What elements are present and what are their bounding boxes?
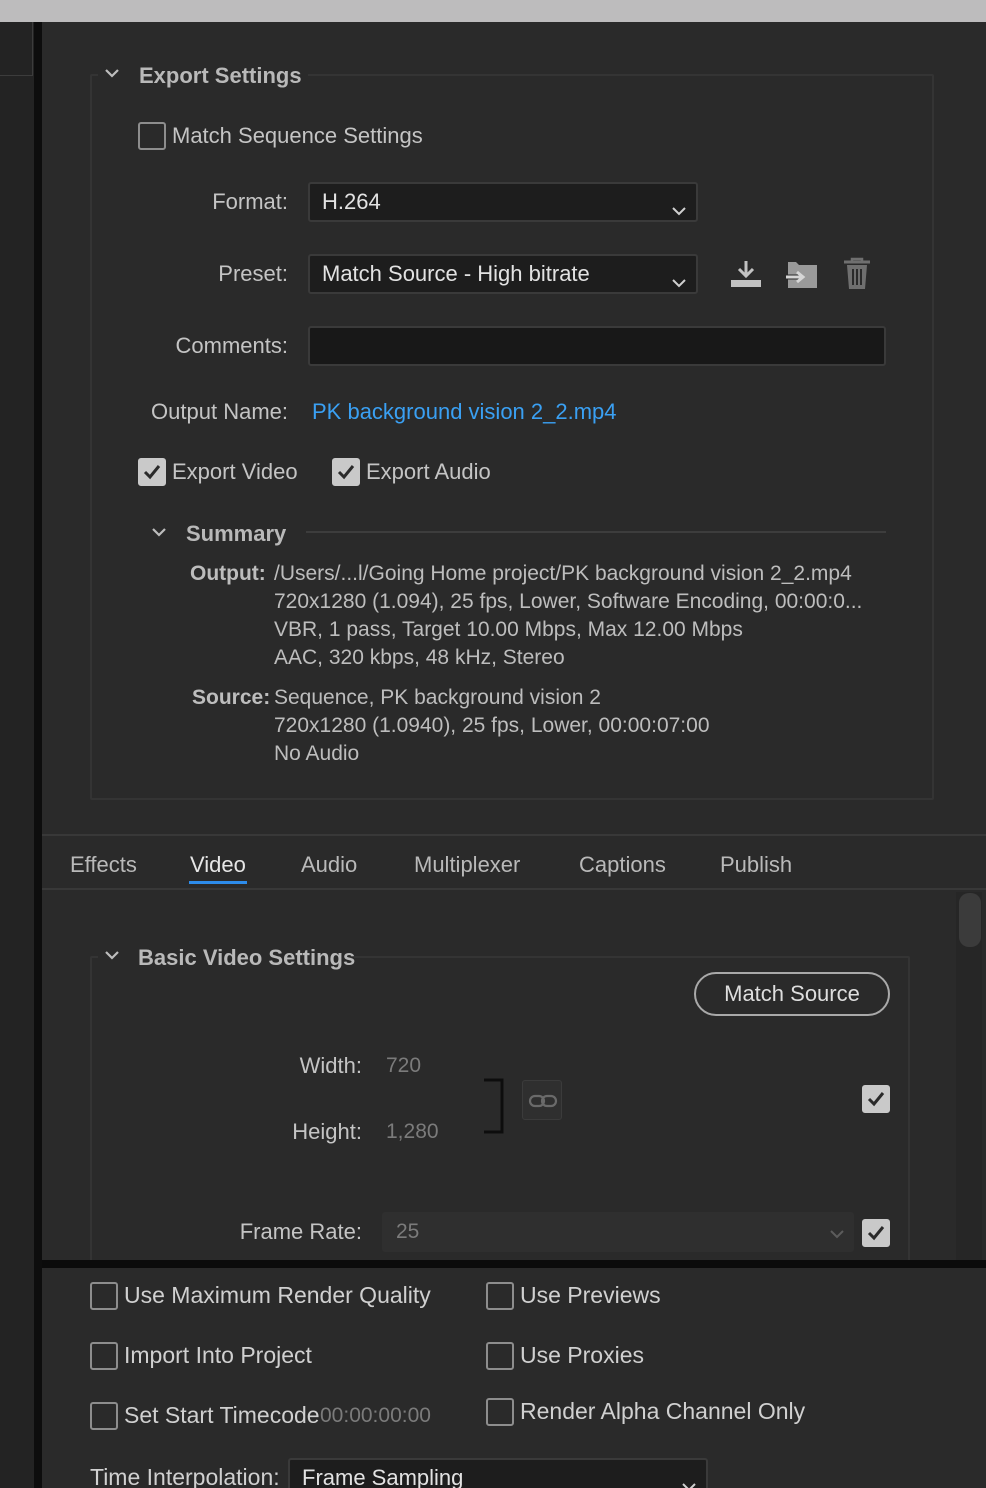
left-panel-border-h [0, 75, 33, 76]
output-name-label: Output Name: [151, 399, 288, 424]
export-settings-header[interactable]: Export Settings [98, 58, 308, 94]
comments-field[interactable] [308, 326, 886, 366]
tab-multiplexer[interactable]: Multiplexer [414, 852, 520, 878]
chevron-down-icon [830, 1226, 844, 1244]
window-top-bar [0, 0, 986, 22]
time-interpolation-dropdown[interactable]: Frame Sampling [288, 1458, 708, 1488]
panel-divider[interactable] [34, 22, 42, 1488]
summary-source-line: 720x1280 (1.0940), 25 fps, Lower, 00:00:… [274, 714, 710, 737]
height-value[interactable]: 1,280 [386, 1120, 439, 1144]
tab-effects[interactable]: Effects [70, 852, 137, 878]
match-source-label: Match Source [724, 981, 860, 1006]
basic-video-settings-title: Basic Video Settings [138, 945, 356, 970]
settings-tabs: Effects Video Audio Multiplexer Captions… [42, 834, 986, 890]
use-previews-label: Use Previews [520, 1282, 661, 1308]
summary-source-line: No Audio [274, 742, 360, 765]
chevron-down-icon [672, 196, 686, 222]
bottom-divider [42, 1260, 986, 1268]
match-source-button[interactable]: Match Source [694, 972, 890, 1016]
left-panel-border [32, 22, 33, 76]
max-render-quality-label: Use Maximum Render Quality [124, 1282, 431, 1308]
preset-value: Match Source - High bitrate [322, 261, 590, 286]
summary-output-line: /Users/...l/Going Home project/PK backgr… [274, 562, 852, 585]
height-label: Height: [292, 1119, 362, 1144]
tab-audio[interactable]: Audio [301, 852, 357, 878]
summary-source-lines: Sequence, PK background vision 2 720x128… [274, 684, 710, 768]
start-timecode-value[interactable]: 00:00:00:00 [320, 1404, 431, 1428]
summary-title: Summary [186, 521, 287, 546]
chevron-down-icon[interactable] [151, 526, 166, 540]
max-render-quality-checkbox[interactable] [90, 1282, 118, 1310]
frame-rate-label: Frame Rate: [239, 1219, 362, 1244]
use-proxies-checkbox[interactable] [486, 1342, 514, 1370]
frame-rate-value: 25 [396, 1220, 420, 1243]
use-proxies-label: Use Proxies [520, 1342, 644, 1368]
export-audio-label: Export Audio [366, 459, 491, 484]
summary-output-line: VBR, 1 pass, Target 10.00 Mbps, Max 12.0… [274, 618, 743, 641]
time-interpolation-label: Time Interpolation: [90, 1464, 280, 1488]
match-sequence-label: Match Sequence Settings [172, 123, 423, 148]
render-alpha-only-checkbox[interactable] [486, 1398, 514, 1426]
set-start-timecode-label: Set Start Timecode [124, 1402, 320, 1428]
import-icon[interactable] [784, 258, 820, 297]
time-interpolation-value: Frame Sampling [302, 1465, 464, 1488]
summary-output-key: Output: [190, 562, 266, 585]
width-value[interactable]: 720 [386, 1054, 421, 1078]
render-alpha-only-label: Render Alpha Channel Only [520, 1398, 806, 1424]
summary-output-line: AAC, 320 kbps, 48 kHz, Stereo [274, 646, 565, 669]
summary-source-line: Sequence, PK background vision 2 [274, 686, 601, 709]
link-icon[interactable] [522, 1080, 562, 1120]
chevron-down-icon [682, 1472, 696, 1488]
export-audio-checkbox[interactable] [332, 458, 360, 486]
import-into-project-checkbox[interactable] [90, 1342, 118, 1370]
set-start-timecode-checkbox[interactable] [90, 1402, 118, 1430]
tab-captions[interactable]: Captions [579, 852, 666, 878]
tab-active-indicator [189, 881, 247, 884]
scrollbar-thumb[interactable] [959, 893, 981, 947]
import-into-project-label: Import Into Project [124, 1342, 312, 1368]
preset-dropdown[interactable]: Match Source - High bitrate [308, 254, 698, 294]
basic-video-settings-header[interactable]: Basic Video Settings [98, 940, 356, 976]
export-settings-title: Export Settings [139, 63, 302, 88]
chevron-down-icon[interactable] [104, 949, 119, 963]
size-override-checkbox[interactable] [862, 1085, 890, 1113]
download-icon[interactable] [728, 258, 764, 295]
preset-label: Preset: [218, 261, 288, 286]
chevron-down-icon [672, 268, 686, 294]
scrollbar-track[interactable] [956, 892, 982, 1262]
comments-label: Comments: [175, 333, 288, 358]
summary-output-line: 720x1280 (1.094), 25 fps, Lower, Softwar… [274, 590, 863, 613]
tab-publish[interactable]: Publish [720, 852, 792, 878]
width-label: Width: [299, 1053, 362, 1078]
left-panel-edge [0, 22, 34, 1488]
tab-video[interactable]: Video [190, 852, 246, 878]
chevron-down-icon[interactable] [104, 67, 119, 81]
format-label: Format: [212, 189, 288, 214]
summary-output-lines: /Users/...l/Going Home project/PK backgr… [274, 560, 862, 672]
match-sequence-checkbox[interactable] [138, 122, 166, 150]
export-video-checkbox[interactable] [138, 458, 166, 486]
output-name-link[interactable]: PK background vision 2_2.mp4 [312, 399, 617, 425]
format-dropdown[interactable]: H.264 [308, 182, 698, 222]
trash-icon[interactable] [840, 256, 874, 297]
use-previews-checkbox[interactable] [486, 1282, 514, 1310]
export-video-label: Export Video [172, 459, 298, 484]
summary-divider [306, 531, 886, 533]
aspect-bracket [482, 1078, 506, 1139]
frame-rate-dropdown[interactable]: 25 [382, 1212, 854, 1252]
frame-rate-override-checkbox[interactable] [862, 1219, 890, 1247]
format-value: H.264 [322, 189, 381, 214]
summary-source-key: Source: [192, 686, 271, 709]
